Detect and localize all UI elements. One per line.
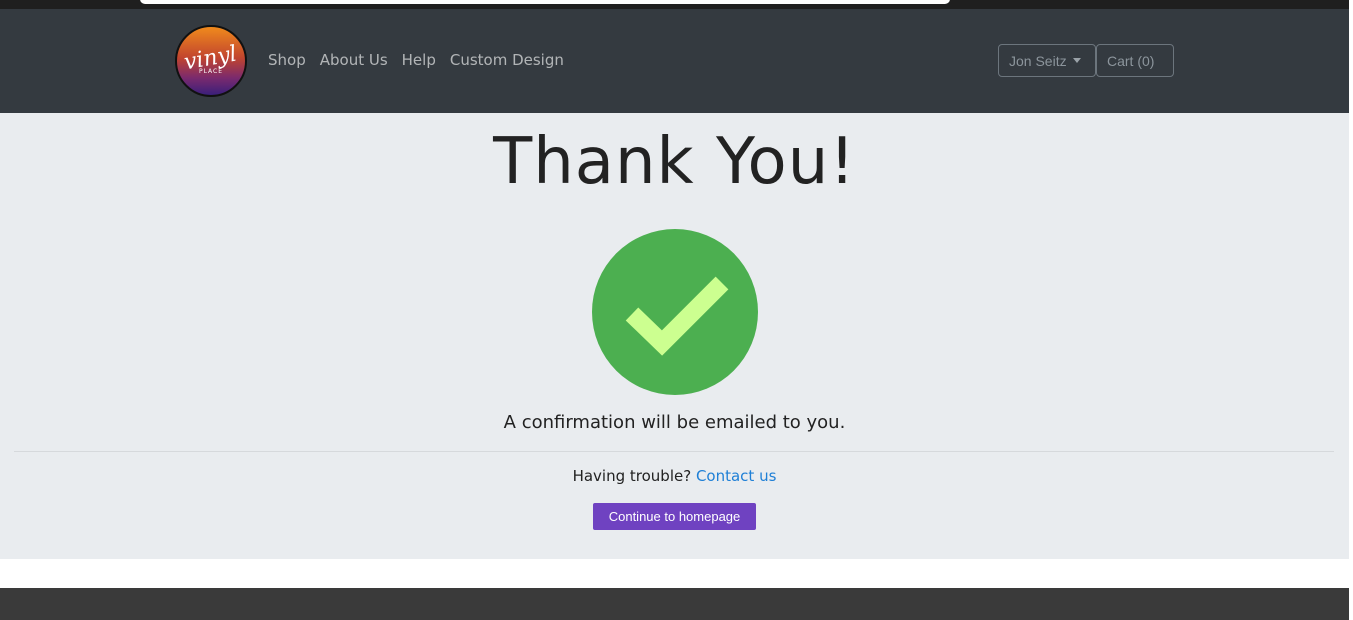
nav-actions: Jon Seitz Cart (0) xyxy=(998,44,1174,77)
confirmation-message: A confirmation will be emailed to you. xyxy=(503,412,846,433)
trouble-text: Having trouble? xyxy=(572,467,692,485)
navbar: vinyl PLACE Shop About Us Help Custom De… xyxy=(0,9,1349,113)
nav-link-about-us[interactable]: About Us xyxy=(320,51,388,69)
vinyl-place-logo[interactable]: vinyl PLACE xyxy=(175,25,247,97)
user-menu-button[interactable]: Jon Seitz xyxy=(998,44,1096,77)
divider xyxy=(14,451,1334,452)
cart-button[interactable]: Cart (0) xyxy=(1096,44,1174,77)
continue-to-homepage-button[interactable]: Continue to homepage xyxy=(593,503,756,530)
user-name: Jon Seitz xyxy=(1009,52,1067,69)
top-strip xyxy=(0,0,1353,9)
page-title: Thank You! xyxy=(493,125,856,199)
right-edge xyxy=(1349,0,1353,620)
nav-links: Shop About Us Help Custom Design xyxy=(268,51,564,69)
nav-link-custom-design[interactable]: Custom Design xyxy=(450,51,564,69)
success-badge xyxy=(592,229,758,395)
nav-link-shop[interactable]: Shop xyxy=(268,51,306,69)
help-line: Having trouble? Contact us xyxy=(0,467,1349,485)
caret-down-icon xyxy=(1072,58,1081,63)
footer xyxy=(0,588,1349,620)
address-bar-edge xyxy=(140,0,950,4)
contact-us-link[interactable]: Contact us xyxy=(696,467,776,485)
checkmark-icon xyxy=(625,276,729,356)
logo-text: vinyl xyxy=(182,41,240,75)
confirmation-panel: Thank You! A confirmation will be emaile… xyxy=(0,113,1349,559)
nav-link-help[interactable]: Help xyxy=(402,51,436,69)
